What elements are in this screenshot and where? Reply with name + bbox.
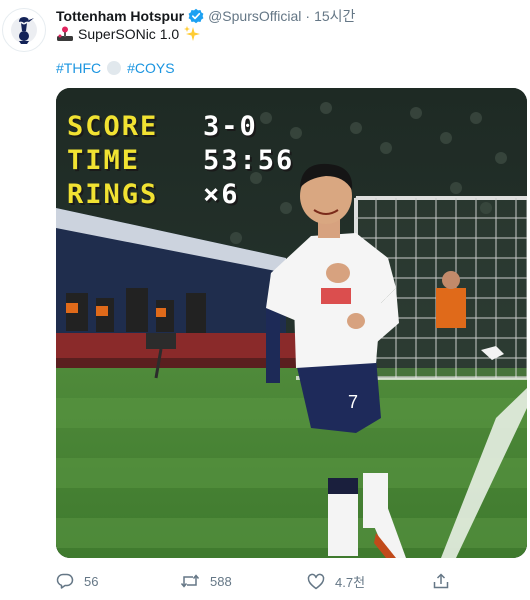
author-handle[interactable]: @SpursOfficial xyxy=(208,8,301,24)
spurs-crest-icon xyxy=(11,17,37,44)
like-button[interactable]: 4.7천 xyxy=(307,572,365,591)
game-hud-overlay: SCORE 3-0 TIME 53:56 RINGS ×6 xyxy=(67,110,294,212)
avatar[interactable] xyxy=(2,8,46,52)
verified-badge-icon xyxy=(188,8,204,24)
reply-count: 56 xyxy=(84,573,99,589)
tweet-actions: 56 588 4.7천 xyxy=(56,572,476,592)
hud-row-rings: RINGS ×6 xyxy=(67,178,294,212)
tweet-media[interactable]: 7 SCORE 3-0 TIME 53:56 RINGS ×6 xyxy=(56,88,527,558)
sparkles-emoji-icon xyxy=(183,25,201,43)
hud-row-score: SCORE 3-0 xyxy=(67,110,294,144)
share-icon xyxy=(433,573,449,589)
hud-score-label: SCORE xyxy=(67,111,159,142)
hud-row-time: TIME 53:56 xyxy=(67,144,294,178)
hashtag-emoji-icon xyxy=(107,61,122,75)
hud-score-value: 3-0 xyxy=(203,111,258,142)
like-count: 4.7천 xyxy=(335,575,366,590)
hud-rings-label: RINGS xyxy=(67,179,159,210)
heart-icon xyxy=(307,573,325,589)
retweet-count: 588 xyxy=(210,573,232,589)
share-button[interactable] xyxy=(432,572,450,590)
separator-dot: · xyxy=(305,8,311,24)
hud-time-label: TIME xyxy=(67,145,141,176)
reply-icon xyxy=(56,573,74,589)
reply-button[interactable]: 56 xyxy=(56,572,98,590)
joystick-emoji-icon xyxy=(56,26,74,42)
hud-rings-value: ×6 xyxy=(203,179,240,210)
retweet-icon xyxy=(180,574,200,588)
tweet-header: Tottenham Hotspur @SpursOfficial · 15시간 xyxy=(56,6,530,26)
tweet-body: SuperSONic 1.0 xyxy=(78,26,180,42)
retweet-button[interactable]: 588 xyxy=(180,572,232,590)
hashtags: #THFC #COYS xyxy=(56,60,175,76)
author-name[interactable]: Tottenham Hotspur xyxy=(56,8,184,24)
hud-time-value: 53:56 xyxy=(203,145,295,176)
hashtag-thfc[interactable]: #THFC xyxy=(56,60,101,76)
timestamp[interactable]: 15시간 xyxy=(314,6,355,26)
svg-text:7: 7 xyxy=(348,392,358,412)
hashtag-coys[interactable]: #COYS xyxy=(127,60,174,76)
tweet-text: SuperSONic 1.0 xyxy=(56,25,201,43)
